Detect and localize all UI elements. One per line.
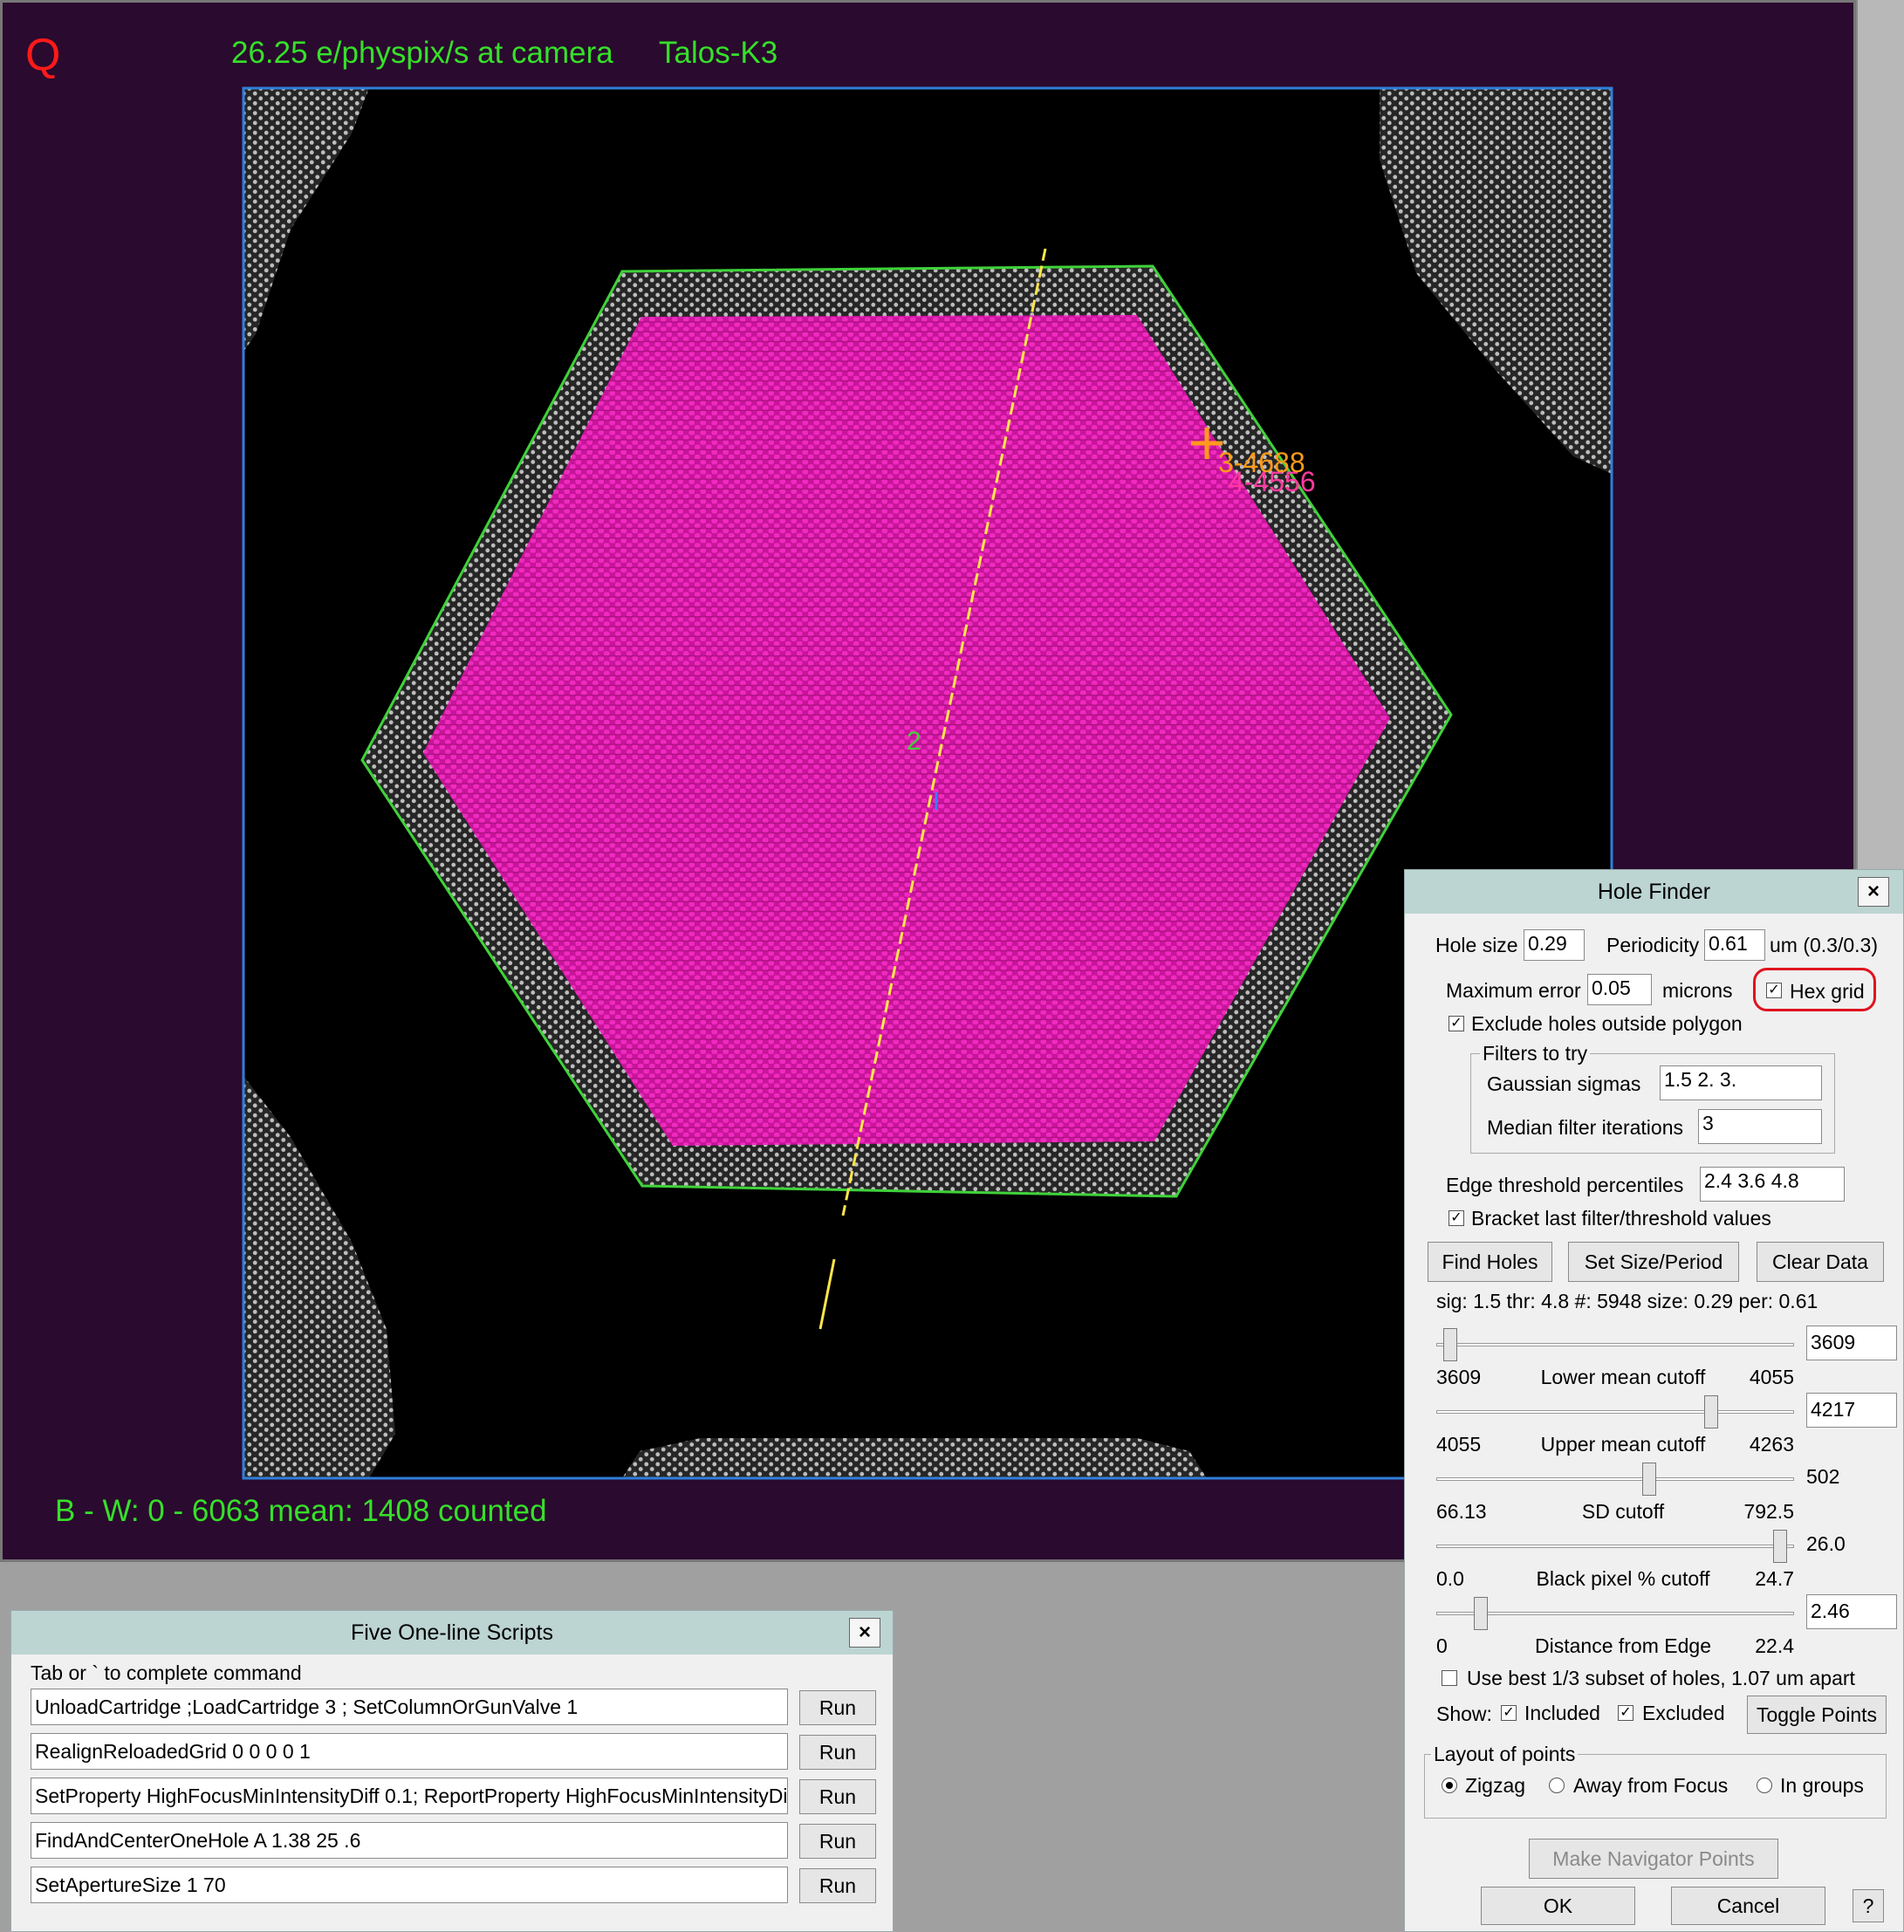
- show-label: Show:: [1436, 1702, 1492, 1725]
- cancel-button[interactable]: Cancel: [1671, 1887, 1825, 1925]
- median-label: Median filter iterations: [1487, 1116, 1683, 1139]
- slider-track[interactable]: [1436, 1343, 1794, 1346]
- slider-value[interactable]: 2.46: [1806, 1594, 1897, 1629]
- slider-value: 502: [1806, 1465, 1840, 1488]
- script-input-5[interactable]: SetApertureSize 1 70: [31, 1867, 788, 1903]
- find-holes-button[interactable]: Find Holes: [1428, 1242, 1552, 1282]
- hole-size-input[interactable]: 0.29: [1524, 929, 1585, 961]
- microns-label: microns: [1662, 979, 1733, 1002]
- periodicity-input[interactable]: 0.61: [1704, 929, 1765, 961]
- slider-max: 4055: [1749, 1366, 1794, 1388]
- hole-finder-dialog: Hole Finder × Hole size 0.29 Periodicity…: [1404, 869, 1904, 1932]
- median-input[interactable]: 3: [1698, 1109, 1822, 1144]
- layout-away-label: Away from Focus: [1573, 1774, 1729, 1797]
- camera-name: Talos-K3: [659, 36, 778, 70]
- periodicity-label: Periodicity: [1606, 934, 1700, 956]
- run-button-4[interactable]: Run: [799, 1824, 876, 1859]
- bracket-checkbox[interactable]: ✓: [1449, 1210, 1464, 1226]
- layout-zigzag-radio[interactable]: [1442, 1778, 1457, 1793]
- make-navigator-points-button[interactable]: Make Navigator Points: [1529, 1839, 1778, 1879]
- help-button[interactable]: ?: [1853, 1889, 1884, 1922]
- layout-groups-radio[interactable]: [1757, 1778, 1772, 1793]
- run-button-2[interactable]: Run: [799, 1735, 876, 1770]
- status-text: B - W: 0 - 6063 mean: 1408 counted: [55, 1494, 547, 1528]
- slider-value[interactable]: 3609: [1806, 1326, 1897, 1360]
- gaussian-label: Gaussian sigmas: [1487, 1072, 1641, 1095]
- slider-max: 4263: [1749, 1433, 1794, 1456]
- slider-thumb[interactable]: [1773, 1530, 1788, 1563]
- set-size-period-button[interactable]: Set Size/Period: [1568, 1242, 1739, 1282]
- clear-data-button[interactable]: Clear Data: [1757, 1242, 1884, 1282]
- um-note: um (0.3/0.3): [1770, 934, 1878, 956]
- max-error-input[interactable]: 0.05: [1587, 974, 1652, 1005]
- scripts-title: Five One-line Scripts: [11, 1611, 893, 1655]
- slider-thumb[interactable]: [1642, 1463, 1657, 1496]
- slider-max: 792.5: [1743, 1500, 1794, 1523]
- slider-track[interactable]: [1436, 1612, 1794, 1615]
- neighbor-square-bottom: [622, 1438, 1207, 1478]
- scripts-hint: Tab or ` to complete command: [31, 1661, 302, 1684]
- slider-max: 24.7: [1755, 1567, 1794, 1590]
- point-label-a: 3-4688: [1218, 447, 1305, 478]
- slider-track[interactable]: [1436, 1477, 1794, 1481]
- layout-away-radio[interactable]: [1549, 1778, 1565, 1793]
- run-button-1[interactable]: Run: [799, 1690, 876, 1725]
- layout-title: Layout of points: [1431, 1743, 1579, 1766]
- filters-title: Filters to try: [1480, 1042, 1591, 1065]
- slider-thumb[interactable]: [1442, 1328, 1457, 1361]
- excluded-label: Excluded: [1642, 1702, 1725, 1724]
- hex-grid-checkbox[interactable]: ✓: [1766, 983, 1782, 998]
- hole-size-label: Hole size: [1435, 934, 1518, 956]
- edge-input[interactable]: 2.4 3.6 4.8: [1700, 1167, 1845, 1202]
- exclude-label: Exclude holes outside polygon: [1471, 1012, 1743, 1035]
- hole-finder-title: Hole Finder: [1405, 870, 1903, 914]
- exclude-checkbox[interactable]: ✓: [1449, 1016, 1464, 1031]
- included-label: Included: [1524, 1702, 1600, 1724]
- script-input-4[interactable]: FindAndCenterOneHole A 1.38 25 .6: [31, 1822, 788, 1859]
- run-button-3[interactable]: Run: [799, 1779, 876, 1814]
- script-input-2[interactable]: RealignReloadedGrid 0 0 0 0 1: [31, 1733, 788, 1770]
- center-label: 2: [907, 727, 921, 756]
- slider-track[interactable]: [1436, 1545, 1794, 1548]
- slider-thumb[interactable]: [1474, 1597, 1489, 1630]
- slider-thumb[interactable]: [1704, 1395, 1719, 1428]
- scripts-dialog: Five One-line Scripts × Tab or ` to comp…: [10, 1610, 894, 1932]
- hex-grid-label: Hex grid: [1790, 980, 1865, 1003]
- script-input-3[interactable]: SetProperty HighFocusMinIntensityDiff 0.…: [31, 1778, 788, 1814]
- slider-track[interactable]: [1436, 1410, 1794, 1414]
- ok-button[interactable]: OK: [1481, 1887, 1635, 1925]
- included-checkbox[interactable]: ✓: [1501, 1705, 1517, 1721]
- toggle-points-button[interactable]: Toggle Points: [1747, 1696, 1887, 1734]
- slider-value[interactable]: 4217: [1806, 1393, 1897, 1428]
- edge-label: Edge threshold percentiles: [1446, 1174, 1684, 1196]
- slider-value: 26.0: [1806, 1532, 1846, 1555]
- excluded-checkbox[interactable]: ✓: [1618, 1705, 1633, 1721]
- script-input-1[interactable]: UnloadCartridge ;LoadCartridge 3 ; SetCo…: [31, 1689, 788, 1725]
- subset-checkbox[interactable]: [1442, 1670, 1457, 1686]
- max-error-label: Maximum error: [1446, 979, 1581, 1002]
- layout-zigzag-label: Zigzag: [1465, 1774, 1526, 1797]
- slider-max: 22.4: [1755, 1634, 1794, 1657]
- dose-rate-text: 26.25 e/physpix/s at camera: [231, 36, 613, 70]
- bracket-label: Bracket last filter/threshold values: [1471, 1207, 1771, 1230]
- hole-finder-close-button[interactable]: ×: [1858, 877, 1889, 907]
- scripts-close-button[interactable]: ×: [849, 1618, 880, 1648]
- gaussian-input[interactable]: 1.5 2. 3.: [1660, 1065, 1822, 1100]
- run-button-5[interactable]: Run: [799, 1868, 876, 1903]
- subset-label: Use best 1/3 subset of holes, 1.07 um ap…: [1467, 1667, 1855, 1689]
- q-logo: Q: [25, 30, 61, 80]
- stats-text: sig: 1.5 thr: 4.8 #: 5948 size: 0.29 per…: [1436, 1290, 1818, 1312]
- layout-groups-label: In groups: [1780, 1774, 1864, 1797]
